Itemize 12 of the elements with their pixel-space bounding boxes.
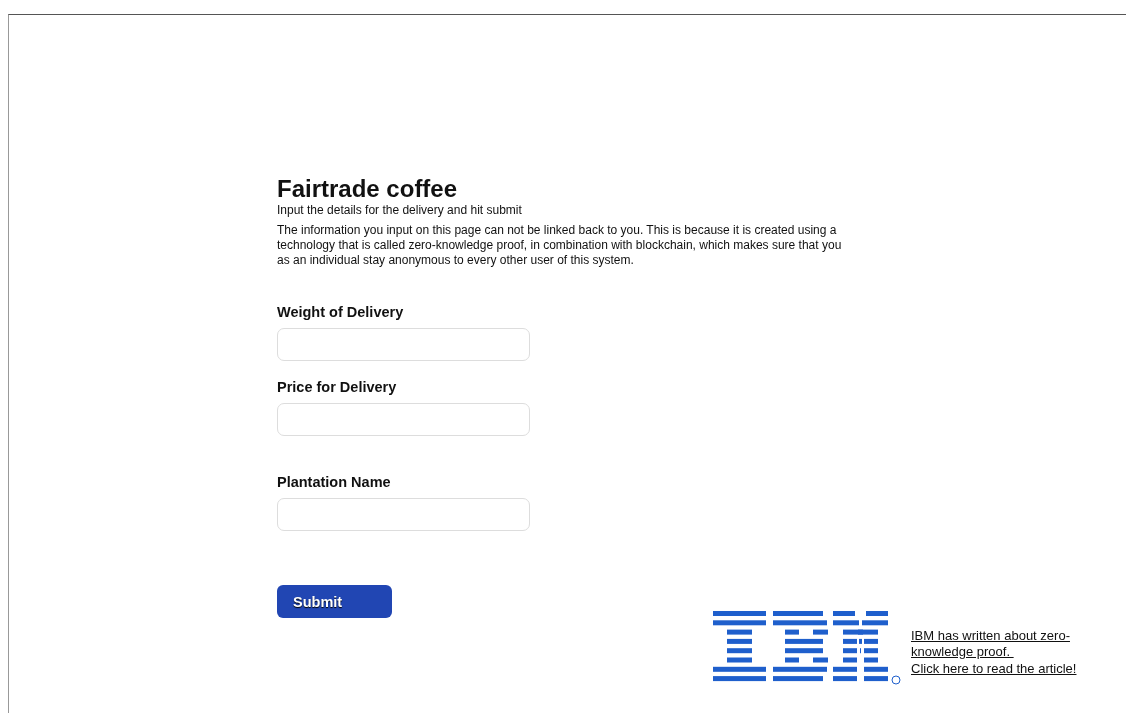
input-field[interactable] [277,498,530,531]
article-link[interactable]: IBM has written about zero- knowledge proof. Click here to read the article! [911,627,1077,677]
page-subtitle: Input the details for the delivery and hit submit [277,203,523,217]
field-label: Plantation Name [277,474,391,490]
description-text: The information you input on this page can not be linked back to you. This is because it is created using a technology that is called zero-knowledge proof, in combination with blockchain, which makes sure that you as an individual stay anonymous to every other user of this system. [277,223,843,268]
striped-logo-icon [713,611,903,685]
input-field[interactable] [277,403,530,436]
field-label: Weight of Delivery [277,304,404,320]
field-label: Price for Delivery [277,379,397,395]
submit-button[interactable]: Submit [277,585,392,618]
page-title: Fairtrade coffee [277,175,459,203]
input-field[interactable] [277,328,530,361]
